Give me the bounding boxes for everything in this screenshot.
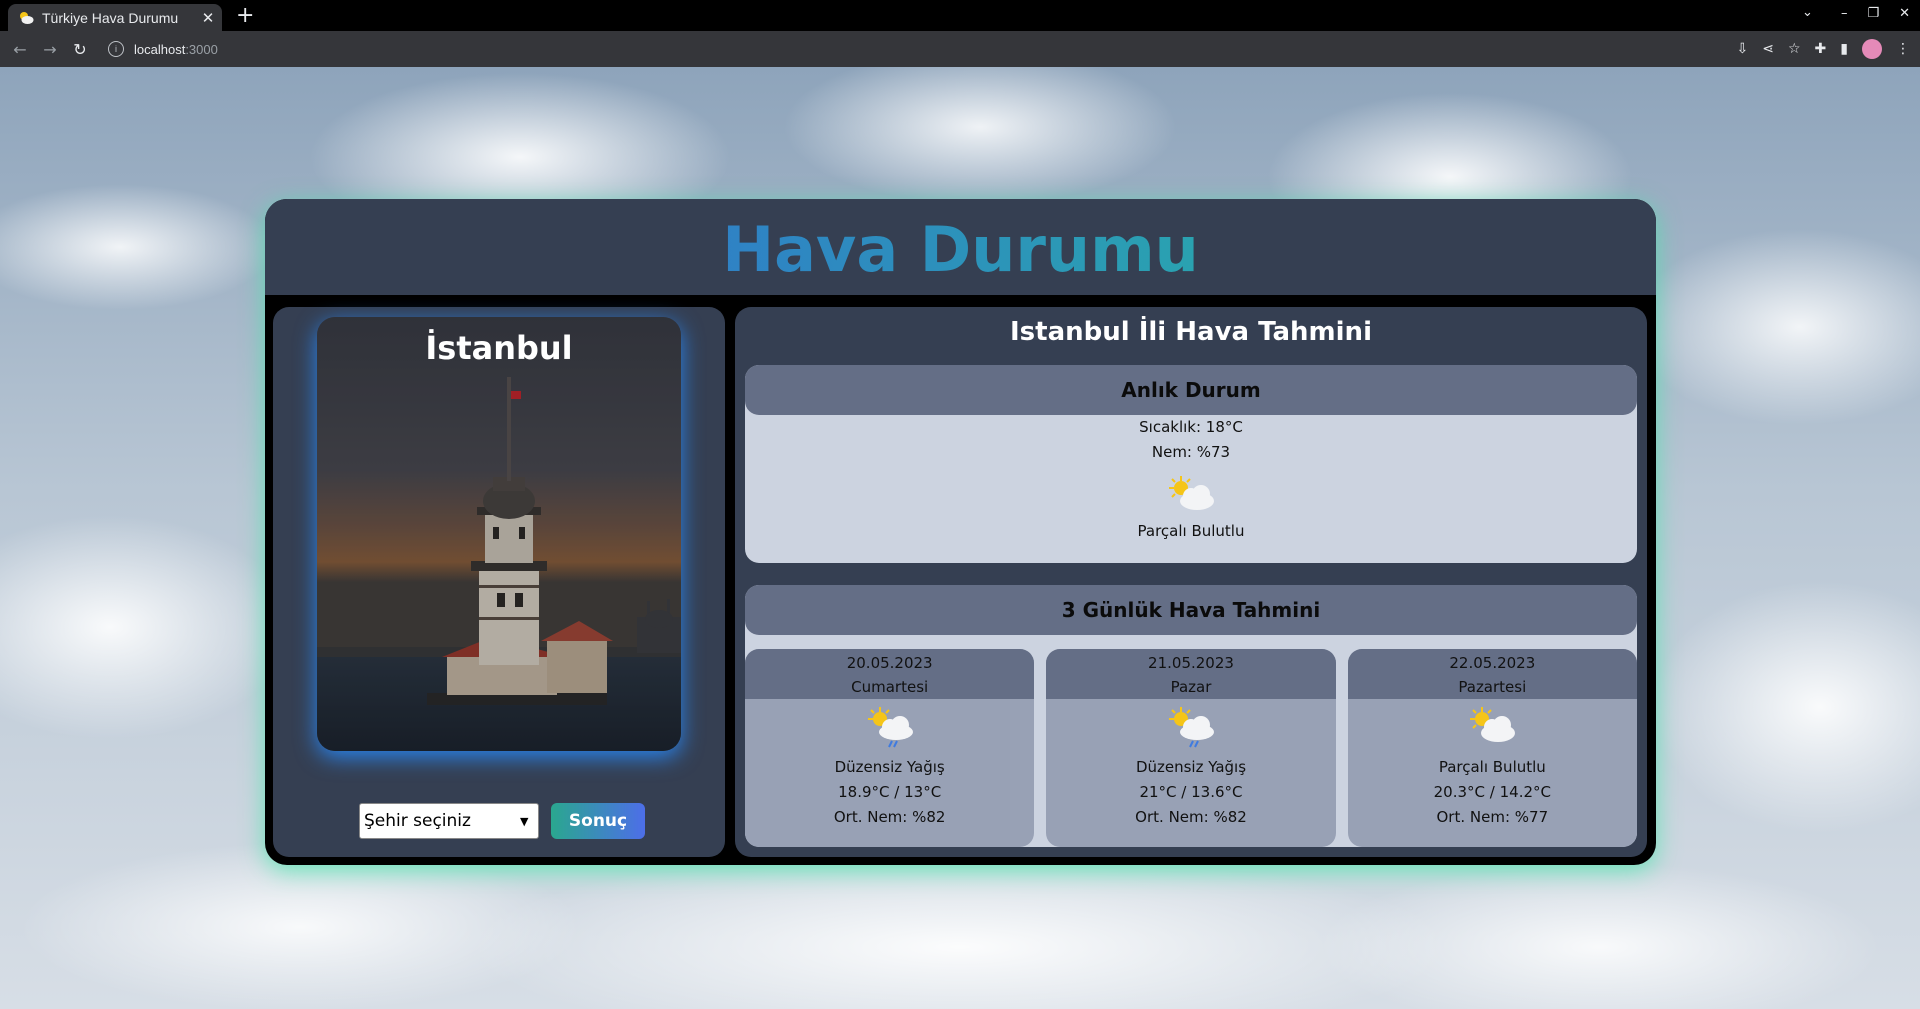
partly-cloudy-icon xyxy=(1169,476,1214,510)
new-tab-icon[interactable]: + xyxy=(236,3,254,28)
city-panel: İstanbul Şehir seçiniz ▼ Sonuç xyxy=(273,307,725,857)
close-window-icon[interactable]: ✕ xyxy=(1899,6,1910,21)
share-icon[interactable]: ⋖ xyxy=(1762,41,1774,57)
day-temps: 21°C / 13.6°C xyxy=(1139,783,1243,801)
url-port: :3000 xyxy=(185,41,218,57)
current-weather-section: Anlık Durum Sıcaklık: 18°C Nem: %73 Parç… xyxy=(745,365,1637,563)
three-day-heading: 3 Günlük Hava Tahmini xyxy=(745,585,1637,635)
city-select[interactable]: Şehir seçiniz ▼ xyxy=(359,803,539,839)
bookmark-star-icon[interactable]: ☆ xyxy=(1788,41,1801,57)
current-temperature: Sıcaklık: 18°C xyxy=(1139,418,1243,436)
app-header: Hava Durumu xyxy=(265,199,1656,295)
day-temps: 20.3°C / 14.2°C xyxy=(1433,783,1551,801)
day-weekday: Pazar xyxy=(1170,678,1212,696)
weather-card: Hava Durumu İstanbul Şehir seçiniz ▼ Son… xyxy=(265,199,1656,865)
address-bar: ← → ↻ i localhost:3000 ⇩ ⋖ ☆ ✚ ▮ ⋮ xyxy=(0,31,1920,67)
back-icon[interactable]: ← xyxy=(10,40,30,59)
day-humidity: Ort. Nem: %77 xyxy=(1436,808,1549,826)
day-date: 22.05.2023 xyxy=(1449,654,1536,672)
day-condition: Düzensiz Yağış xyxy=(1135,758,1247,776)
restore-icon[interactable]: ❐ xyxy=(1867,6,1879,21)
submit-button[interactable]: Sonuç xyxy=(551,803,645,839)
profile-avatar[interactable] xyxy=(1862,39,1882,59)
minimize-icon[interactable]: – xyxy=(1841,6,1848,21)
forecast-title: Istanbul İli Hava Tahmini xyxy=(1010,317,1372,347)
site-info-icon[interactable]: i xyxy=(108,41,124,57)
current-humidity: Nem: %73 xyxy=(1151,443,1231,461)
day-date: 21.05.2023 xyxy=(1148,654,1234,672)
browser-tab[interactable]: Türkiye Hava Durumu ✕ xyxy=(8,4,222,31)
chevron-down-icon: ▼ xyxy=(520,814,529,828)
rain-cloud-sun-icon xyxy=(1168,707,1214,748)
city-select-value: Şehir seçiniz xyxy=(364,811,471,831)
forecast-day-card: 20.05.2023 Cumartesi Düzensiz Yağış 18.9… xyxy=(745,649,1035,847)
current-weather-heading: Anlık Durum xyxy=(745,365,1637,415)
partly-cloudy-favicon-icon xyxy=(20,11,34,24)
page-viewport: Hava Durumu İstanbul Şehir seçiniz ▼ Son… xyxy=(0,67,1920,1009)
forecast-day-card: 22.05.2023 Pazartesi Parçalı Bulutlu 20.… xyxy=(1347,649,1637,847)
tab-search-chevron-icon[interactable]: ⌄ xyxy=(1802,5,1813,20)
url-field[interactable]: i localhost:3000 xyxy=(100,35,1690,63)
current-condition: Parçalı Bulutlu xyxy=(1137,522,1245,540)
url-host: localhost xyxy=(134,41,186,57)
window-controls: – ❐ ✕ xyxy=(1841,6,1910,21)
address-actions: ⇩ ⋖ ☆ ✚ ▮ ⋮ xyxy=(1737,39,1910,59)
menu-kebab-icon[interactable]: ⋮ xyxy=(1896,41,1910,57)
forecast-day-card: 21.05.2023 Pazar Düzensiz Yağış 21°C / 1… xyxy=(1046,649,1336,847)
day-humidity: Ort. Nem: %82 xyxy=(833,808,946,826)
day-date: 20.05.2023 xyxy=(846,654,933,672)
close-tab-icon[interactable]: ✕ xyxy=(198,9,218,27)
forecast-panel: Istanbul İli Hava Tahmini Anlık Durum Sı… xyxy=(735,307,1647,857)
extensions-puzzle-icon[interactable]: ✚ xyxy=(1815,41,1827,57)
install-icon[interactable]: ⇩ xyxy=(1737,41,1749,57)
three-day-section: 3 Günlük Hava Tahmini 20.05.2023 Cumarte… xyxy=(745,585,1637,847)
tab-title: Türkiye Hava Durumu xyxy=(42,9,179,26)
day-condition: Parçalı Bulutlu xyxy=(1438,758,1546,776)
day-weekday: Pazartesi xyxy=(1458,678,1527,696)
city-photo: İstanbul xyxy=(317,317,681,751)
forward-icon[interactable]: → xyxy=(40,40,60,59)
partly-cloudy-icon xyxy=(1470,707,1516,742)
day-weekday: Cumartesi xyxy=(851,678,929,696)
side-panel-icon[interactable]: ▮ xyxy=(1840,41,1848,57)
day-condition: Düzensiz Yağış xyxy=(834,758,945,776)
city-name: İstanbul xyxy=(425,329,573,367)
day-temps: 18.9°C / 13°C xyxy=(838,783,942,801)
maidens-tower-image xyxy=(317,317,681,751)
rain-cloud-sun-icon xyxy=(867,707,913,748)
app-title: Hava Durumu xyxy=(722,212,1199,286)
browser-tabbar: Türkiye Hava Durumu ✕ + ⌄ – ❐ ✕ xyxy=(0,0,1920,31)
reload-icon[interactable]: ↻ xyxy=(70,40,90,59)
day-humidity: Ort. Nem: %82 xyxy=(1135,808,1247,826)
